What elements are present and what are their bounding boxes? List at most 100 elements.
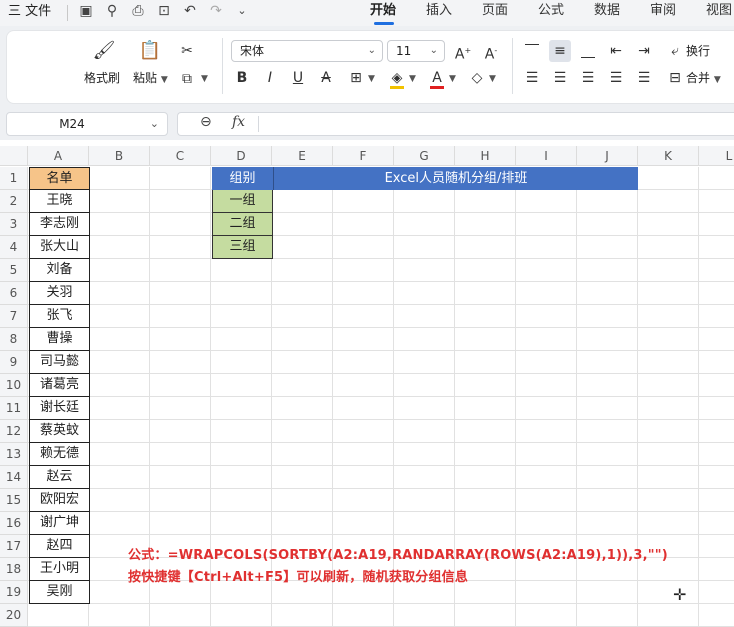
name-cell[interactable]: 蔡英蚊: [29, 420, 90, 443]
row-header-18[interactable]: 18: [0, 558, 28, 581]
tab-view[interactable]: 视图: [706, 1, 732, 21]
font-name-select[interactable]: 宋体 ⌄: [231, 40, 383, 62]
select-all-corner[interactable]: [0, 146, 28, 166]
clear-dropdown-caret[interactable]: ▼: [489, 74, 496, 84]
paste-button[interactable]: 粘贴 ▼: [133, 70, 168, 88]
decrease-indent-icon[interactable]: ⇤: [605, 40, 627, 62]
cell-a1-header[interactable]: 名单: [29, 167, 90, 190]
name-cell[interactable]: 吴刚: [29, 581, 90, 604]
name-cell[interactable]: 司马懿: [29, 351, 90, 374]
row-header-11[interactable]: 11: [0, 397, 28, 420]
column-header-c[interactable]: C: [150, 146, 211, 166]
row-header-17[interactable]: 17: [0, 535, 28, 558]
fill-color-dropdown-caret[interactable]: ▼: [409, 74, 416, 84]
row-header-1[interactable]: 1: [0, 167, 28, 190]
wrap-text-icon[interactable]: ⤶: [664, 40, 686, 62]
decrease-font-icon[interactable]: A-: [480, 40, 502, 63]
row-header-13[interactable]: 13: [0, 443, 28, 466]
column-header-l[interactable]: L: [699, 146, 734, 166]
name-cell[interactable]: 王晓: [29, 190, 90, 213]
row-header-14[interactable]: 14: [0, 466, 28, 489]
row-header-16[interactable]: 16: [0, 512, 28, 535]
cell-group-3[interactable]: 三组: [212, 236, 273, 259]
tab-page[interactable]: 页面: [482, 1, 508, 21]
borders-icon[interactable]: ⊞: [345, 67, 367, 89]
undo-icon[interactable]: ↶: [181, 2, 199, 20]
align-middle-icon[interactable]: ≡: [549, 40, 571, 62]
row-header-4[interactable]: 4: [0, 236, 28, 259]
copy-icon[interactable]: ⧉: [176, 68, 198, 90]
row-header-19[interactable]: 19: [0, 581, 28, 604]
font-color-dropdown-caret[interactable]: ▼: [449, 74, 456, 84]
name-cell[interactable]: 张飞: [29, 305, 90, 328]
cut-icon[interactable]: ✂: [176, 40, 198, 62]
font-size-select[interactable]: 11 ⌄: [387, 40, 445, 62]
column-header-e[interactable]: E: [272, 146, 333, 166]
formula-input[interactable]: ⊖ fx: [177, 112, 734, 136]
name-cell[interactable]: 关羽: [29, 282, 90, 305]
merge-button[interactable]: 合并 ▼: [686, 70, 721, 88]
chevron-down-icon[interactable]: ⌄: [150, 113, 159, 135]
clear-format-icon[interactable]: ◇: [466, 67, 488, 89]
copy-dropdown-caret[interactable]: ▼: [201, 74, 208, 84]
column-header-d[interactable]: D: [211, 146, 272, 166]
name-cell[interactable]: 张大山: [29, 236, 90, 259]
save-icon[interactable]: ▣: [77, 2, 95, 20]
fx-icon[interactable]: fx: [232, 114, 245, 130]
wrap-text-button[interactable]: 换行: [686, 43, 710, 59]
column-header-a[interactable]: A: [28, 146, 89, 166]
row-header-3[interactable]: 3: [0, 213, 28, 236]
column-header-b[interactable]: B: [89, 146, 150, 166]
merged-title-cell[interactable]: Excel人员随机分组/排班: [273, 167, 638, 190]
name-cell[interactable]: 刘备: [29, 259, 90, 282]
cell-group-2[interactable]: 二组: [212, 213, 273, 236]
tab-review[interactable]: 审阅: [650, 1, 676, 21]
row-header-9[interactable]: 9: [0, 351, 28, 374]
tab-insert[interactable]: 插入: [426, 1, 452, 21]
align-top-icon[interactable]: ⎺: [521, 40, 543, 62]
bold-icon[interactable]: B: [231, 67, 253, 89]
format-painter-icon[interactable]: 🖌: [92, 40, 116, 62]
name-box[interactable]: M24 ⌄: [6, 112, 168, 136]
align-center-icon[interactable]: ☰: [549, 67, 571, 89]
italic-icon[interactable]: I: [259, 67, 281, 89]
row-header-7[interactable]: 7: [0, 305, 28, 328]
name-cell[interactable]: 赵四: [29, 535, 90, 558]
tab-data[interactable]: 数据: [594, 1, 620, 21]
row-header-20[interactable]: 20: [0, 604, 28, 627]
row-header-10[interactable]: 10: [0, 374, 28, 397]
name-cell[interactable]: 欧阳宏: [29, 489, 90, 512]
strikethrough-icon[interactable]: A: [315, 67, 337, 89]
column-header-f[interactable]: F: [333, 146, 394, 166]
print-icon[interactable]: ⎙: [129, 2, 147, 20]
print-preview-icon[interactable]: ⊡: [155, 2, 173, 20]
cell-d1-group-header[interactable]: 组别: [212, 167, 273, 190]
tab-home[interactable]: 开始: [370, 1, 396, 21]
column-header-g[interactable]: G: [394, 146, 455, 166]
column-header-h[interactable]: H: [455, 146, 516, 166]
name-cell[interactable]: 赵云: [29, 466, 90, 489]
name-cell[interactable]: 李志刚: [29, 213, 90, 236]
align-bottom-icon[interactable]: ⎽: [577, 40, 599, 62]
file-menu[interactable]: 三 文件: [8, 2, 51, 22]
chevron-down-icon[interactable]: ⌄: [233, 2, 251, 20]
align-left-icon[interactable]: ☰: [521, 67, 543, 89]
share-icon[interactable]: ⚲: [103, 2, 121, 20]
borders-dropdown-caret[interactable]: ▼: [368, 74, 375, 84]
tab-formulas[interactable]: 公式: [538, 1, 564, 21]
row-header-8[interactable]: 8: [0, 328, 28, 351]
row-header-6[interactable]: 6: [0, 282, 28, 305]
align-right-icon[interactable]: ☰: [577, 67, 599, 89]
column-header-i[interactable]: I: [516, 146, 577, 166]
distributed-icon[interactable]: ☰: [633, 67, 655, 89]
column-header-k[interactable]: K: [638, 146, 699, 166]
zoom-icon[interactable]: ⊖: [200, 114, 212, 130]
underline-icon[interactable]: U: [287, 67, 309, 89]
cell-group-1[interactable]: 一组: [212, 190, 273, 213]
row-header-5[interactable]: 5: [0, 259, 28, 282]
name-cell[interactable]: 赖无德: [29, 443, 90, 466]
merge-icon[interactable]: ⊟: [664, 67, 686, 89]
row-header-15[interactable]: 15: [0, 489, 28, 512]
redo-icon[interactable]: ↷: [207, 2, 225, 20]
format-painter-button[interactable]: 格式刷: [84, 70, 120, 86]
